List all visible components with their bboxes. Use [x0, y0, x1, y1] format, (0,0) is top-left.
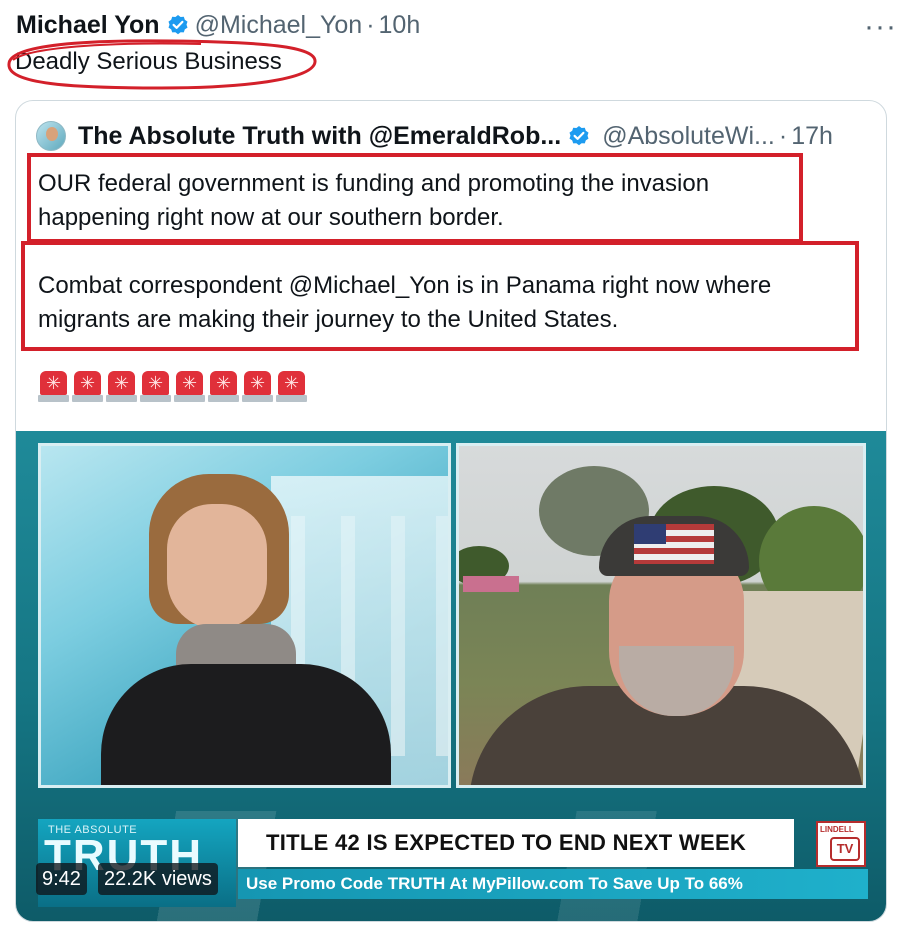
police-siren-icon	[174, 371, 205, 402]
post-text: Deadly Serious Business	[15, 48, 282, 75]
video-field-panel	[456, 443, 866, 788]
avatar[interactable]	[36, 121, 66, 151]
video-duration-badge: 9:42	[36, 863, 87, 895]
police-siren-icon	[140, 371, 171, 402]
verified-badge-icon	[167, 14, 189, 36]
pink-house	[463, 576, 519, 592]
video-anchor-panel	[38, 443, 451, 788]
police-siren-icon	[276, 371, 307, 402]
headline-text: TITLE 42 IS EXPECTED TO END NEXT WEEK	[266, 830, 747, 855]
quoted-paragraph-1: OUR federal government is funding and pr…	[38, 170, 710, 231]
quoted-paragraph-2: Combat correspondent @Michael_Yon is in …	[38, 272, 772, 333]
verified-badge-icon	[568, 125, 590, 147]
quoted-post-time[interactable]: 17h	[791, 122, 833, 151]
ticker-box: Use Promo Code TRUTH At MyPillow.com To …	[238, 869, 868, 899]
video-player[interactable]: THE ABSOLUTE TRUTH TITLE 42 IS EXPECTED …	[16, 431, 886, 921]
lindell-tv-logo: LINDELL TV	[816, 821, 866, 867]
quoted-author-handle[interactable]: @AbsoluteWi...	[602, 122, 775, 151]
post-header: Michael Yon @Michael_Yon · 10h	[16, 8, 420, 42]
separator-dot: ·	[366, 10, 375, 39]
siren-emoji-row	[38, 371, 307, 402]
tv-logo-top-text: LINDELL	[820, 825, 854, 834]
video-views-badge: 22.2K views	[98, 863, 218, 895]
headline-box: TITLE 42 IS EXPECTED TO END NEXT WEEK	[238, 819, 794, 867]
tv-logo-main-text: TV	[830, 837, 860, 861]
police-siren-icon	[38, 371, 69, 402]
american-flag-icon	[634, 524, 714, 564]
police-siren-icon	[242, 371, 273, 402]
police-siren-icon	[72, 371, 103, 402]
quoted-tweet-card[interactable]: The Absolute Truth with @EmeraldRob... @…	[15, 100, 887, 922]
separator-dot: ·	[778, 121, 788, 150]
quoted-header: The Absolute Truth with @EmeraldRob... @…	[36, 121, 833, 151]
police-siren-icon	[208, 371, 239, 402]
post-time[interactable]: 10h	[379, 11, 421, 40]
author-handle[interactable]: @Michael_Yon	[195, 11, 363, 40]
police-siren-icon	[106, 371, 137, 402]
more-horizontal-icon[interactable]: ···	[864, 10, 897, 44]
author-name[interactable]: Michael Yon	[16, 11, 160, 40]
ticker-text: Use Promo Code TRUTH At MyPillow.com To …	[246, 874, 743, 893]
quoted-author-name[interactable]: The Absolute Truth with @EmeraldRob...	[78, 122, 561, 151]
